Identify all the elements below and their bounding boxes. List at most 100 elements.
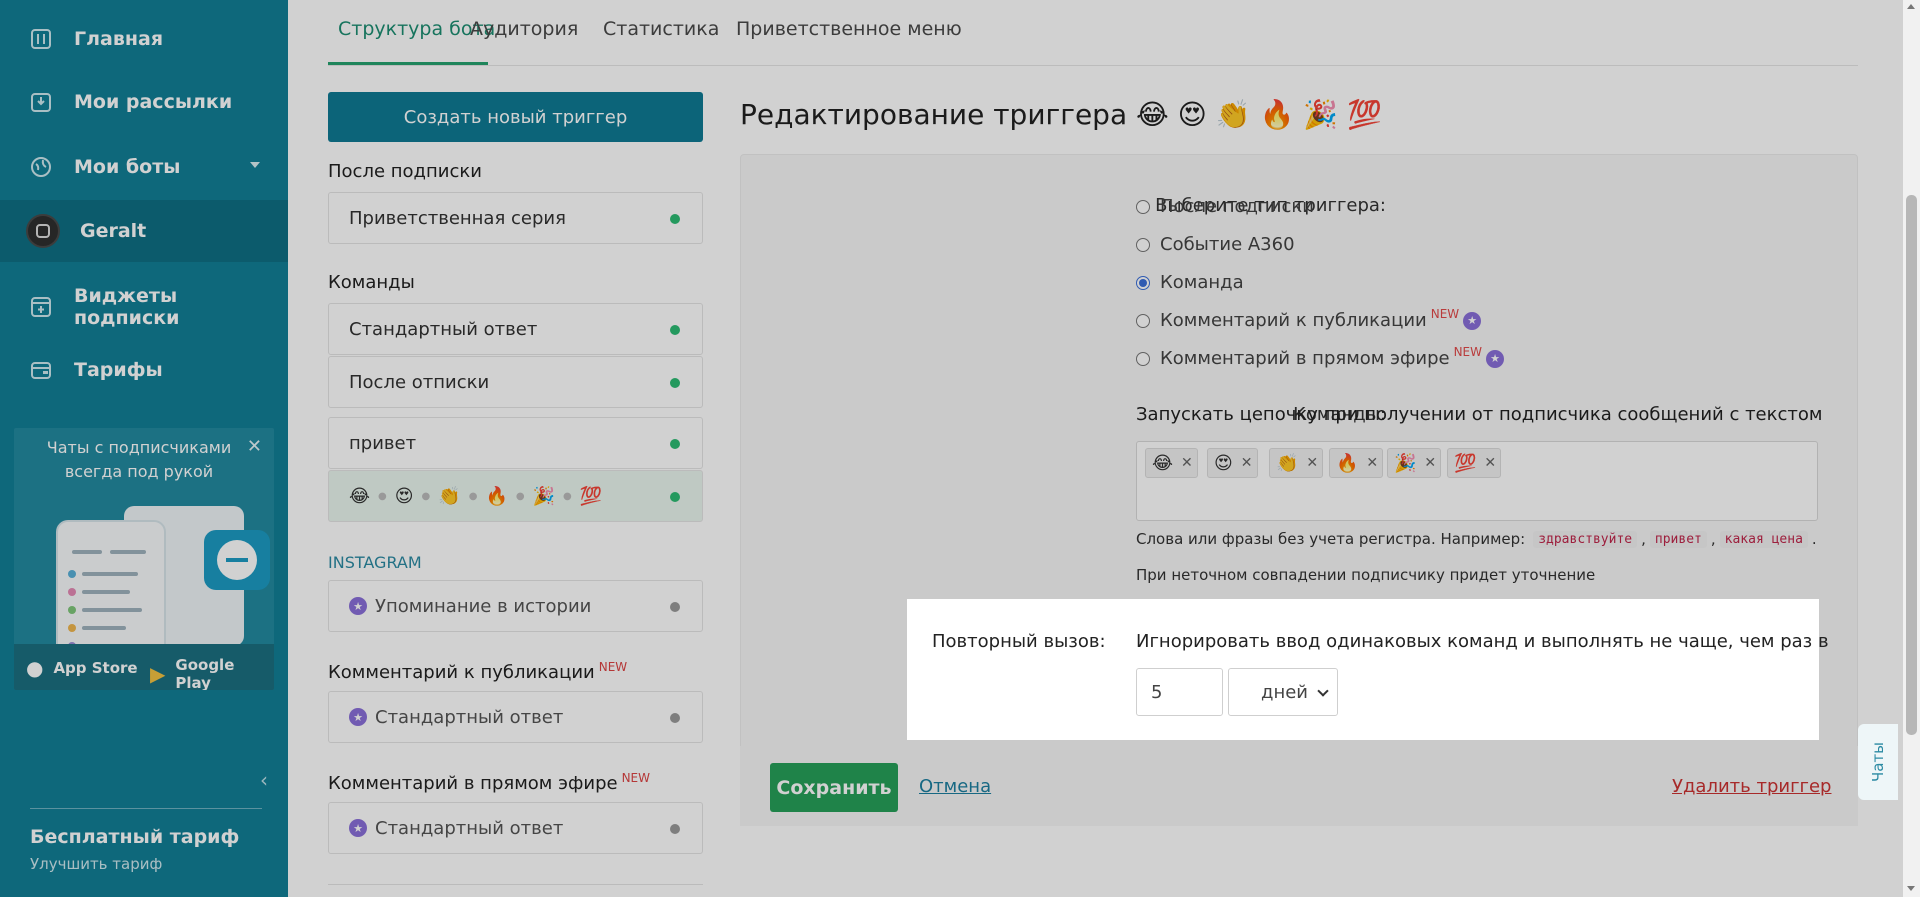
upgrade-plan-link[interactable]: Улучшить тариф [30, 855, 162, 873]
trigger-emoji-selected[interactable]: 😂 ● 😍 ● 👏 ● 🔥 ● 🎉 ● 💯 [328, 470, 703, 522]
scroll-up-icon[interactable] [1907, 4, 1915, 9]
example-code: какая цена [1719, 530, 1808, 548]
remove-tag-icon[interactable]: ✕ [1181, 455, 1193, 471]
page-title: Редактирование триггера 😂 😍 👏 🔥 🎉 💯 [740, 98, 1382, 131]
command-tag: 🔥 ✕ [1329, 448, 1384, 478]
radio-command[interactable]: Команда [1136, 272, 1244, 293]
chat-app-icon [204, 530, 270, 590]
section-instagram: INSTAGRAM [328, 553, 422, 572]
remove-tag-icon[interactable]: ✕ [1366, 455, 1378, 471]
radio-comment-live[interactable]: Комментарий в прямом эфире NEW ★ [1136, 345, 1505, 369]
remove-tag-icon[interactable]: ✕ [1484, 455, 1496, 471]
example-code: привет [1649, 530, 1707, 548]
nav-user[interactable]: Geralt [0, 200, 288, 262]
command-tag: 😂 ✕ [1145, 448, 1198, 478]
radio-button[interactable] [1136, 313, 1150, 328]
radio-event-a360[interactable]: Событие A360 [1136, 234, 1295, 255]
scroll-down-icon[interactable] [1907, 886, 1915, 891]
star-icon: ★ [349, 819, 367, 837]
repeat-call-label: Повторный вызов: [932, 631, 1106, 652]
mobile-app-promo: Чаты с подписчиками всегда под рукой ✕ ●… [14, 428, 274, 690]
command-tag: 😍 ✕ [1207, 448, 1258, 478]
remove-tag-icon[interactable]: ✕ [1424, 455, 1436, 471]
section-comment-live: Комментарий в прямом эфире NEW [328, 771, 651, 794]
home-icon [30, 28, 52, 50]
nav-home[interactable]: Главная [0, 8, 288, 70]
status-dot [670, 439, 680, 449]
google-play-link[interactable]: ▶ Google Play [150, 656, 274, 690]
star-icon: ★ [349, 597, 367, 615]
tab-audience[interactable]: Аудитория [470, 18, 578, 40]
divider [328, 884, 703, 885]
close-icon[interactable]: ✕ [247, 436, 262, 457]
remove-tag-icon[interactable]: ✕ [1306, 455, 1318, 471]
save-button[interactable]: Сохранить [770, 763, 898, 812]
star-icon: ★ [1486, 349, 1505, 368]
cancel-link[interactable]: Отмена [919, 776, 991, 797]
repeat-interval-input[interactable] [1136, 668, 1223, 716]
divider [30, 808, 262, 809]
trigger-welcome-series[interactable]: Приветственная серия [328, 192, 703, 244]
app-store-link[interactable]: ● App Store [26, 656, 138, 680]
tabs: Структура бота Аудитория Статистика Прив… [328, 0, 1858, 66]
wallet-icon [30, 359, 52, 381]
section-commands: Команды [328, 272, 415, 293]
trigger-story-mention[interactable]: ★ Упоминание в истории [328, 580, 703, 632]
repeat-call-description: Игнорировать ввод одинаковых команд и вы… [1136, 631, 1829, 652]
trigger-hello[interactable]: привет [328, 417, 703, 469]
google-play-icon: ▶ [150, 662, 166, 686]
commands-description: Запускать цепочку при получении от подпи… [1136, 404, 1823, 425]
mailing-icon [30, 91, 52, 113]
radio-after-subscribe[interactable]: После подписки [1136, 196, 1314, 217]
chevron-down-icon [1317, 685, 1329, 697]
widget-icon [30, 296, 52, 318]
radio-button[interactable] [1136, 351, 1150, 366]
trigger-standard-reply[interactable]: Стандартный ответ [328, 303, 703, 355]
tab-welcome-menu[interactable]: Приветственное меню [736, 18, 962, 40]
fuzzy-hint: При неточном совпадении подписчику приде… [1136, 566, 1596, 584]
section-comment-publication: Комментарий к публикации NEW [328, 660, 628, 683]
repeat-call-section [907, 599, 1819, 740]
command-tag: 🎉 ✕ [1387, 448, 1442, 478]
emoji-list: 😂 ● 😍 ● 👏 ● 🔥 ● 🎉 ● 💯 [349, 485, 603, 507]
main-content: Структура бота Аудитория Статистика Прив… [288, 0, 1920, 897]
tab-statistics[interactable]: Статистика [603, 18, 719, 40]
radio-comment-publication[interactable]: Комментарий к публикации NEW ★ [1136, 307, 1482, 331]
nav-tariffs[interactable]: Тарифы [0, 339, 288, 401]
create-trigger-button[interactable]: Создать новый триггер [328, 92, 703, 142]
promo-title: Чаты с подписчиками всегда под рукой [46, 438, 232, 481]
commands-hint: Слова или фразы без учета регистра. Напр… [1136, 530, 1817, 548]
star-icon: ★ [1463, 311, 1482, 330]
radio-button[interactable] [1136, 199, 1150, 214]
delete-trigger-link[interactable]: Удалить триггер [1672, 776, 1832, 797]
trigger-after-unsubscribe[interactable]: После отписки [328, 356, 703, 408]
apple-icon: ● [26, 656, 44, 680]
chats-tab[interactable]: Чаты [1858, 724, 1898, 800]
trigger-publication-standard[interactable]: ★ Стандартный ответ [328, 691, 703, 743]
command-tag: 👏 ✕ [1269, 448, 1324, 478]
commands-tag-input[interactable]: 😂 ✕ 😍 ✕ 👏 ✕ 🔥 ✕ 🎉 ✕ 💯 ✕ [1136, 441, 1818, 521]
status-dot [670, 602, 680, 612]
status-dot [670, 325, 680, 335]
status-dot [670, 492, 680, 502]
nav-mailings[interactable]: Мои рассылки [0, 71, 288, 133]
command-tag: 💯 ✕ [1447, 448, 1502, 478]
status-dot [670, 214, 680, 224]
remove-tag-icon[interactable]: ✕ [1241, 455, 1253, 471]
nav-bots[interactable]: Мои боты [0, 136, 288, 198]
status-dot [670, 824, 680, 834]
status-dot [670, 713, 680, 723]
star-icon: ★ [349, 708, 367, 726]
radio-button-selected[interactable] [1136, 275, 1150, 290]
scroll-thumb[interactable] [1906, 195, 1917, 735]
nav-widgets[interactable]: Виджеты подписки [0, 276, 288, 338]
collapse-sidebar-icon[interactable]: ‹ [260, 768, 268, 792]
chevron-down-icon[interactable] [250, 162, 260, 168]
scrollbar[interactable] [1903, 0, 1920, 897]
trigger-live-standard[interactable]: ★ Стандартный ответ [328, 802, 703, 854]
section-after-subscribe: После подписки [328, 161, 482, 182]
repeat-unit-select[interactable]: дней [1228, 668, 1338, 716]
radio-button[interactable] [1136, 237, 1150, 252]
globe-icon [30, 156, 52, 178]
status-dot [670, 378, 680, 388]
